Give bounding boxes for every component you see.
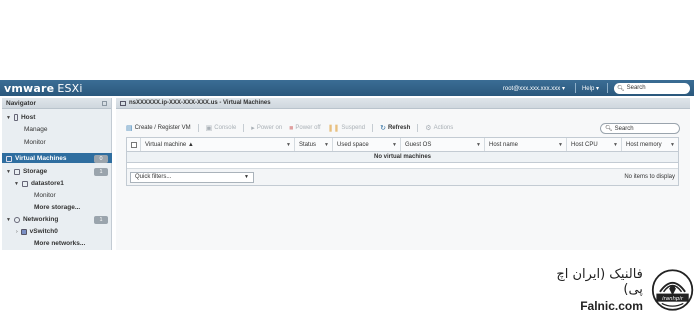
nav-storage[interactable]: ▼ Storage	[6, 168, 47, 175]
column-host-memory[interactable]: Host memory ▼	[622, 138, 678, 151]
create-register-vm-button[interactable]: ▤ Create / Register VM	[126, 124, 191, 132]
create-vm-icon: ▤	[126, 125, 133, 132]
divider	[607, 83, 608, 93]
toolbar: ▤ Create / Register VM ▣ Console ▸ Power…	[126, 124, 460, 132]
table-footer: Quick filters... ▼ No items to display	[127, 169, 678, 185]
vm-search-input[interactable]: 🔍︎ Search	[600, 123, 680, 134]
table-header: Virtual machine ▲ ▼ Status ▼ Used space ▼ G…	[127, 138, 678, 152]
host-icon	[13, 114, 18, 121]
gear-icon: ⚙	[425, 125, 432, 132]
vm-table: Virtual machine ▲ ▼ Status ▼ Used space ▼ G…	[126, 137, 679, 186]
stop-icon: ■	[289, 124, 294, 132]
column-used-space[interactable]: Used space ▼	[333, 138, 401, 151]
column-virtual-machine[interactable]: Virtual machine ▲ ▼	[141, 138, 295, 151]
main-header: nsXXXXXX.ip-XXX-XXX-XXX.us - Virtual Mac…	[116, 98, 690, 109]
vmware-logo: vmware ESXi	[4, 81, 83, 95]
nav-datastore1[interactable]: ▼ datastore1	[14, 180, 64, 187]
nav-host[interactable]: ▼ Host	[6, 114, 35, 121]
expand-triangle-icon[interactable]: ▼	[6, 169, 11, 175]
nav-more-storage[interactable]: More storage...	[34, 204, 80, 211]
global-search-input[interactable]: 🔍︎ Search	[614, 82, 690, 94]
expand-triangle-icon[interactable]: ›	[16, 229, 18, 235]
storage-icon	[13, 168, 20, 175]
select-all-checkbox[interactable]	[127, 138, 141, 151]
quick-filters-select[interactable]: Quick filters... ▼	[130, 171, 254, 183]
column-host-cpu[interactable]: Host CPU ▼	[567, 138, 622, 151]
user-menu[interactable]: root@xxx.xxx.xxx.xxx ▾	[503, 85, 565, 92]
actions-button[interactable]: ⚙ Actions	[425, 124, 453, 132]
nav-networking[interactable]: ▼ Networking	[6, 216, 58, 223]
pause-icon: ❚❚	[327, 125, 340, 132]
navigator-panel: Navigator ▼ Host Manage Monitor Virtual …	[2, 98, 112, 250]
chevron-down-icon[interactable]: ▼	[670, 142, 675, 148]
empty-message: No virtual machines	[127, 152, 678, 163]
chevron-down-icon[interactable]: ▼	[392, 142, 397, 148]
divider	[197, 124, 199, 132]
collapse-icon[interactable]	[102, 101, 107, 106]
console-icon: ▣	[205, 125, 213, 132]
column-guest-os[interactable]: Guest OS ▼	[401, 138, 485, 151]
nav-monitor[interactable]: Monitor	[24, 139, 46, 146]
vm-count-badge: 0	[94, 155, 108, 163]
falnic-watermark: فالنیک (ایران اچ پی) Falnic.com iranhpir	[544, 266, 694, 314]
suspend-button[interactable]: ❚❚ Suspend	[328, 124, 365, 132]
play-icon: ▸	[251, 125, 255, 132]
top-bar: vmware ESXi root@xxx.xxx.xxx.xxx ▾ Help ▾…	[0, 80, 694, 96]
falnic-logo-icon: iranhpir	[651, 269, 694, 311]
brand-url: Falnic.com	[580, 299, 643, 313]
datastore-icon	[21, 180, 28, 187]
chevron-down-icon[interactable]: ▼	[286, 142, 291, 148]
divider	[417, 124, 419, 132]
divider	[243, 124, 245, 132]
power-on-button[interactable]: ▸ Power on	[251, 124, 282, 132]
search-icon: 🔍︎	[605, 126, 613, 132]
item-count: No items to display	[624, 174, 675, 180]
search-icon: 🔍︎	[617, 85, 625, 92]
vm-icon	[120, 100, 126, 106]
console-button[interactable]: ▣ Console	[206, 124, 237, 132]
nav-manage[interactable]: Manage	[24, 126, 48, 133]
refresh-button[interactable]: ↻ Refresh	[380, 124, 410, 132]
vswitch-icon	[20, 228, 27, 235]
svg-text:iranhpir: iranhpir	[662, 296, 684, 302]
refresh-icon: ↻	[380, 125, 386, 132]
expand-triangle-icon[interactable]: ▼	[14, 181, 19, 187]
expand-triangle-icon[interactable]: ▼	[6, 115, 11, 121]
chevron-down-icon: ▼	[244, 174, 249, 180]
persian-brand-text: فالنیک (ایران اچ پی)	[556, 267, 643, 297]
expand-triangle-icon[interactable]: ▼	[6, 217, 11, 223]
divider	[372, 124, 374, 132]
nav-datastore-monitor[interactable]: Monitor	[34, 192, 56, 199]
chevron-down-icon[interactable]: ▼	[613, 142, 618, 148]
chevron-down-icon[interactable]: ▼	[324, 142, 329, 148]
power-off-button[interactable]: ■ Power off	[289, 125, 320, 132]
page-title: nsXXXXXX.ip-XXX-XXX-XXX.us - Virtual Mac…	[129, 100, 271, 106]
nav-vswitch0[interactable]: › vSwitch0	[16, 228, 58, 235]
navigator-header: Navigator	[2, 98, 111, 109]
divider	[574, 83, 576, 93]
column-host-name[interactable]: Host name ▼	[485, 138, 567, 151]
help-menu[interactable]: Help ▾	[582, 85, 599, 92]
vm-icon	[6, 155, 12, 162]
chevron-down-icon[interactable]: ▼	[558, 142, 563, 148]
chevron-down-icon[interactable]: ▼	[476, 142, 481, 148]
column-status[interactable]: Status ▼	[295, 138, 333, 151]
main-panel: nsXXXXXX.ip-XXX-XXX-XXX.us - Virtual Mac…	[116, 98, 690, 250]
network-count-badge: 1	[94, 216, 108, 224]
nav-more-networks[interactable]: More networks...	[34, 240, 85, 247]
storage-count-badge: 1	[94, 168, 108, 176]
network-icon	[13, 216, 20, 223]
